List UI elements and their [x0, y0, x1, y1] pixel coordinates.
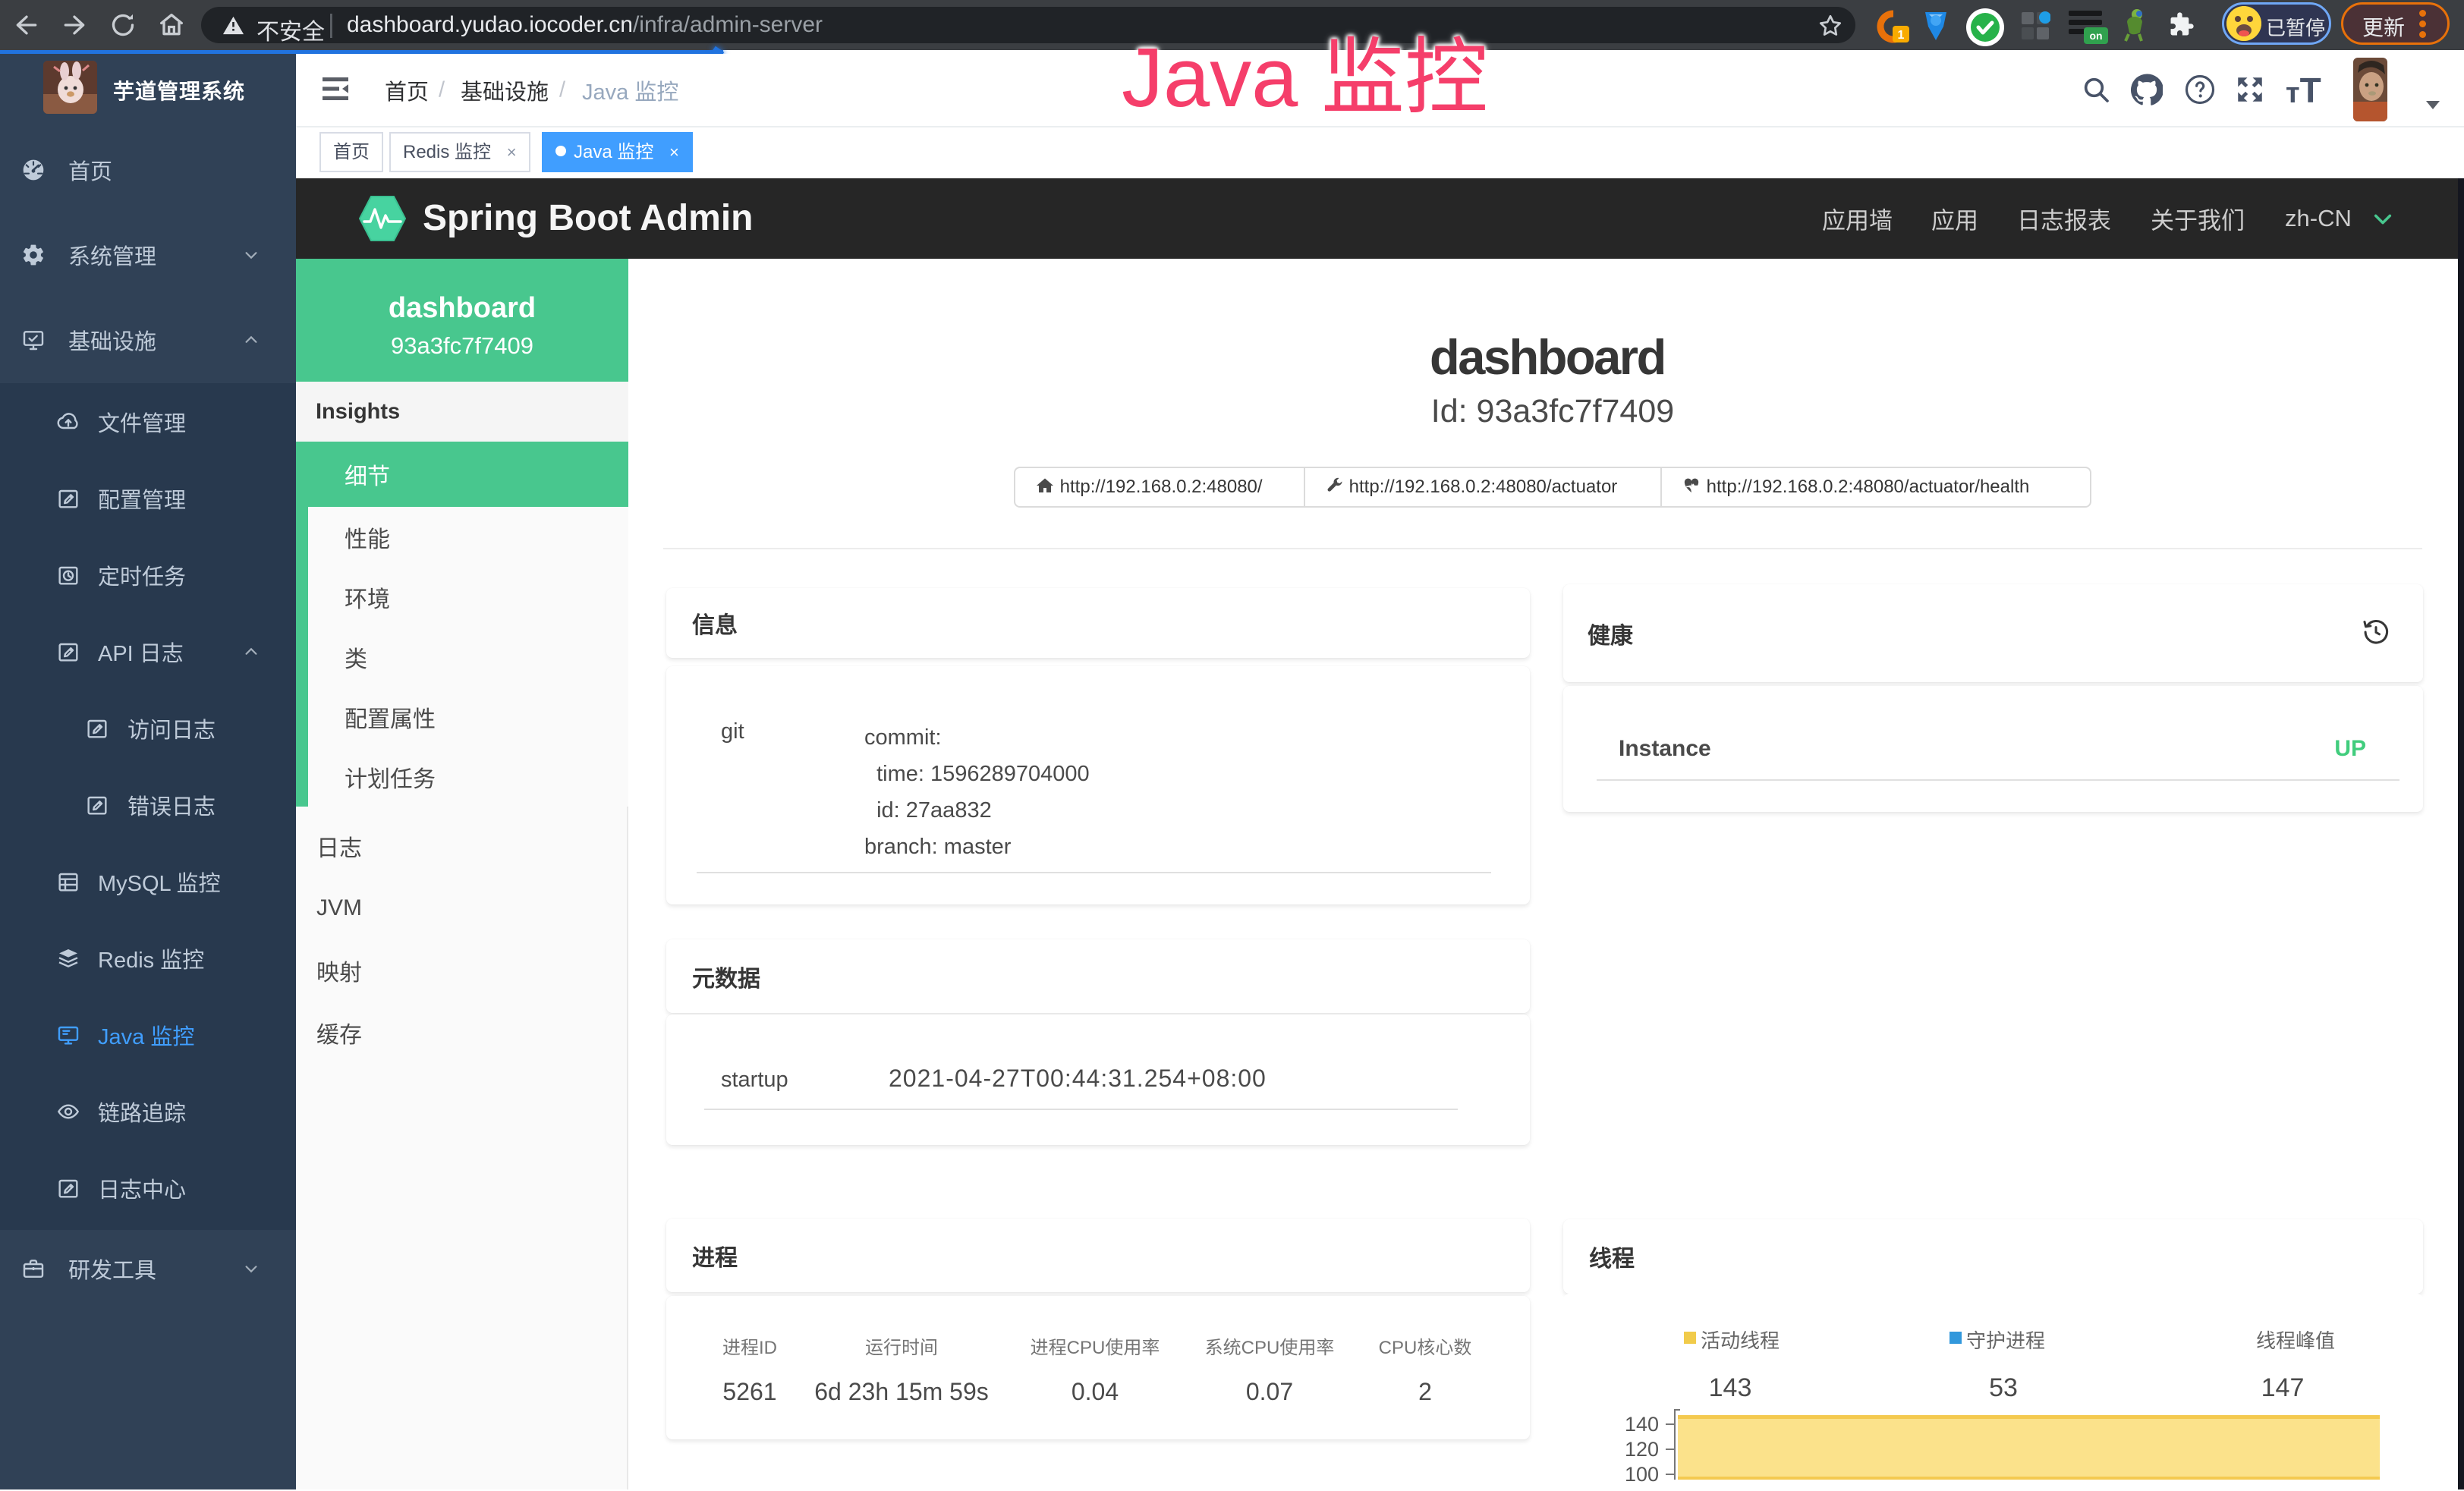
svg-text:1: 1 [1898, 29, 1905, 42]
svg-text:on: on [2089, 30, 2102, 42]
